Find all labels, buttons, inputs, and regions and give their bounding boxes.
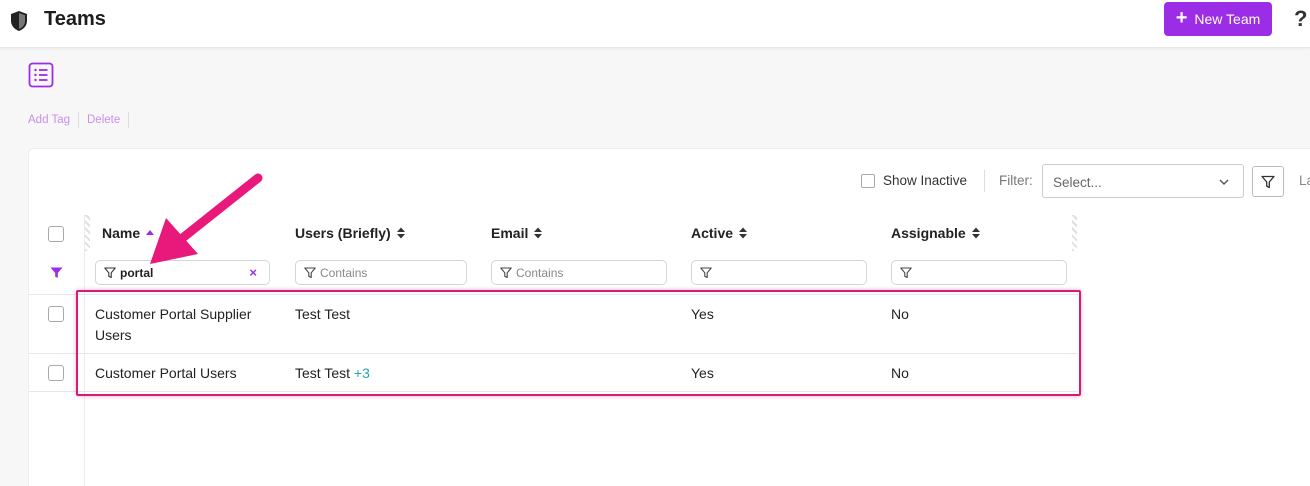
column-resize-handle[interactable] [1072,215,1077,251]
funnel-icon [900,266,912,278]
chevron-down-icon [1219,179,1229,185]
active-filter-select[interactable] [691,260,867,285]
funnel-icon [500,266,512,278]
column-header-label: Assignable [891,225,966,241]
column-header-label: Active [691,225,734,241]
filter-label: Filter: [999,173,1033,188]
arrow-annotation-icon [150,173,263,264]
delete-link[interactable]: Delete [87,114,120,126]
filter-select-placeholder: Select... [1053,175,1102,190]
top-bar: Teams + New Team ? [0,0,1310,48]
page-title: Teams [44,8,106,30]
funnel-icon [700,266,712,278]
plus-icon: + [1175,7,1188,29]
assignable-filter-select[interactable] [891,260,1067,285]
help-icon[interactable]: ? [1294,6,1307,32]
new-team-button-label: New Team [1194,11,1261,27]
sort-icon [396,227,405,239]
row-checkbox[interactable] [48,365,64,381]
row-checkbox[interactable] [48,306,64,322]
column-header-email[interactable]: Email [491,225,543,241]
email-filter-placeholder: Contains [516,265,564,280]
filter-select[interactable]: Select... [1042,164,1244,198]
column-resize-handle[interactable] [85,215,90,251]
select-all-checkbox[interactable] [48,226,64,242]
funnel-icon [304,266,316,278]
toolbar-divider [984,170,985,192]
truncated-toolbar-text: La [1299,173,1310,188]
sort-icon [971,227,980,239]
highlight-annotation-box [76,290,1081,396]
funnel-icon [1261,175,1275,188]
column-header-assignable[interactable]: Assignable [891,225,981,241]
column-header-label: Users (Briefly) [295,225,391,241]
add-tag-link[interactable]: Add Tag [28,114,70,126]
users-filter-input[interactable]: Contains [295,260,467,285]
list-view-icon[interactable] [28,62,54,88]
column-header-active[interactable]: Active [691,225,748,241]
column-header-users[interactable]: Users (Briefly) [295,225,406,241]
email-filter-input[interactable]: Contains [491,260,667,285]
column-header-label: Email [491,225,529,241]
new-team-button[interactable]: + New Team [1164,2,1272,36]
bulk-actions: Add Tag Delete [28,112,137,128]
sort-icon [739,227,748,239]
filter-active-icon [50,267,63,278]
advanced-filter-button[interactable] [1252,166,1284,197]
divider [78,112,79,128]
divider [128,112,130,128]
show-inactive-label: Show Inactive [883,173,968,188]
show-inactive-checkbox[interactable] [861,173,875,188]
shield-icon [11,11,27,31]
sort-icon [534,227,543,239]
show-inactive-toggle[interactable]: Show Inactive [861,173,967,188]
column-header-label: Name [102,225,141,241]
funnel-icon [104,266,116,278]
users-filter-placeholder: Contains [320,265,368,280]
